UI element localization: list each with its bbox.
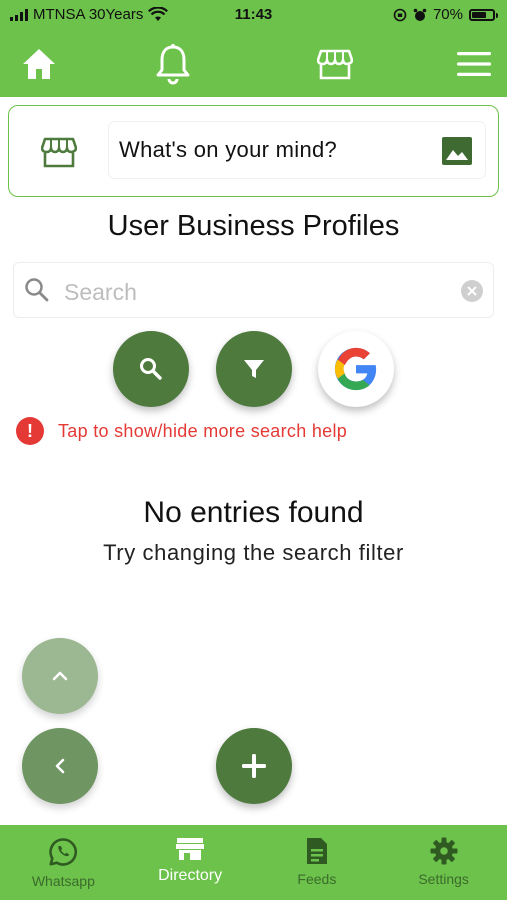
image-icon[interactable] — [441, 136, 473, 166]
gear-icon — [430, 837, 458, 865]
add-button[interactable] — [216, 728, 292, 804]
google-icon — [334, 347, 377, 391]
search-help-toggle[interactable]: ! Tap to show/hide more search help — [16, 417, 347, 445]
battery-fill — [472, 11, 486, 18]
status-right: 70% — [393, 6, 498, 23]
top-bar: MTNSA 30Years 11:43 70% — [0, 0, 507, 97]
search-icon — [25, 278, 49, 302]
business-store-icon[interactable] — [41, 134, 77, 170]
search-bar — [13, 262, 494, 318]
google-search-button[interactable] — [318, 331, 394, 407]
battery-icon — [469, 8, 498, 21]
whatsapp-icon — [49, 838, 78, 866]
bottom-nav-whatsapp[interactable]: Whatsapp — [0, 825, 127, 900]
chevron-left-icon — [55, 758, 65, 774]
home-icon[interactable] — [17, 42, 61, 86]
search-input[interactable] — [62, 271, 446, 313]
composer-input[interactable]: What's on your mind? — [109, 122, 485, 178]
bottom-nav-feeds[interactable]: Feeds — [254, 825, 381, 900]
bottom-nav-settings[interactable]: Settings — [380, 825, 507, 900]
plus-icon — [242, 754, 266, 778]
directory-store-icon — [176, 838, 205, 860]
filter-button[interactable] — [216, 331, 292, 407]
filter-icon — [244, 360, 264, 378]
feeds-document-icon — [306, 838, 327, 864]
empty-state-title: No entries found — [143, 496, 364, 529]
bottom-nav-label: Settings — [418, 871, 469, 887]
bottom-nav: Whatsapp Directory Feeds Settings — [0, 825, 507, 900]
clear-search-icon[interactable] — [461, 280, 483, 302]
search-help-label: Tap to show/hide more search help — [58, 420, 348, 441]
empty-state-subtitle: Try changing the search filter — [103, 540, 404, 565]
info-alert-icon: ! — [16, 417, 44, 445]
bottom-nav-directory[interactable]: Directory — [127, 825, 254, 900]
page-title: User Business Profiles — [107, 210, 400, 242]
bell-icon[interactable] — [151, 42, 195, 86]
search-icon — [140, 358, 162, 380]
top-nav — [0, 38, 507, 92]
search-button[interactable] — [113, 331, 189, 407]
bottom-nav-label: Directory — [158, 867, 223, 884]
post-composer: What's on your mind? — [8, 105, 499, 197]
chevron-up-icon — [52, 671, 68, 681]
menu-icon[interactable] — [452, 42, 496, 86]
status-bar: MTNSA 30Years 11:43 70% — [0, 0, 507, 30]
bottom-nav-label: Whatsapp — [31, 873, 95, 889]
scroll-up-button[interactable] — [22, 638, 98, 714]
bottom-nav-label: Feeds — [297, 871, 337, 887]
back-button[interactable] — [22, 728, 98, 804]
orientation-lock-icon — [393, 8, 407, 21]
battery-percent: 70% — [432, 6, 463, 23]
composer-placeholder: What's on your mind? — [119, 137, 338, 162]
store-icon[interactable] — [313, 42, 357, 86]
alarm-icon — [413, 8, 427, 21]
